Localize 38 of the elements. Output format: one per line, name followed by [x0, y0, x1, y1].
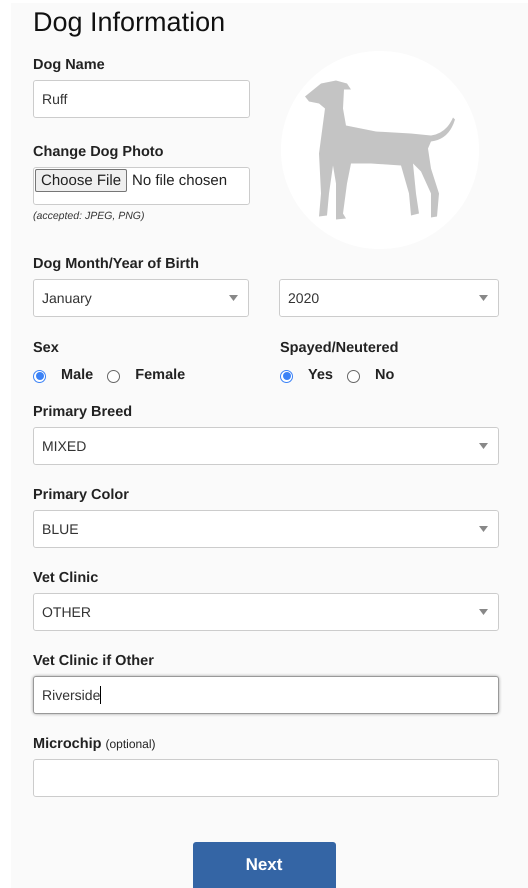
select-field[interactable]: January	[33, 279, 249, 317]
field-label: Primary Color	[33, 486, 129, 505]
radio-option[interactable]: Female	[107, 365, 186, 387]
field-label: Microchip	[33, 735, 102, 754]
dog-icon	[305, 80, 455, 220]
caret-icon	[479, 443, 488, 449]
field-label: Sex	[33, 339, 59, 358]
select-field[interactable]: 2020	[279, 279, 499, 317]
radio-option[interactable]: Yes	[280, 365, 333, 387]
caret-icon	[479, 609, 488, 615]
field-label: Vet Clinic if Other	[33, 652, 154, 671]
field-label: Primary Breed	[33, 403, 132, 422]
select-field[interactable]: OTHER	[33, 593, 499, 631]
field-label: Change Dog Photo	[33, 143, 164, 162]
radio-button[interactable]	[280, 370, 293, 382]
caret-icon	[479, 526, 488, 532]
select-field[interactable]: BLUE	[33, 510, 499, 548]
file-field[interactable]: Choose File No file chosen	[33, 167, 250, 205]
page-title: Dog Information	[33, 6, 226, 39]
input-field[interactable]	[33, 759, 499, 797]
optional-note: (optional)	[105, 736, 156, 753]
next-button[interactable]: Next	[192, 842, 336, 888]
caret-icon	[479, 295, 488, 301]
field-label: Dog Name	[33, 56, 105, 75]
select-field[interactable]: MIXED	[33, 427, 499, 465]
radio-button[interactable]	[107, 370, 120, 382]
input-field[interactable]: Riverside	[33, 676, 499, 714]
radio-button[interactable]	[347, 370, 360, 382]
file-type-hint: (accepted: JPEG, PNG)	[33, 209, 146, 223]
input-field[interactable]: Ruff	[33, 80, 250, 118]
caret-icon	[229, 295, 238, 301]
radio-button[interactable]	[33, 370, 46, 382]
field-label: Dog Month/Year of Birth	[33, 255, 199, 274]
field-label: Vet Clinic	[33, 569, 98, 588]
choose-file-button[interactable]: Choose File	[35, 169, 128, 192]
field-label: Spayed/Neutered	[280, 339, 398, 358]
radio-option[interactable]: No	[347, 365, 394, 387]
radio-option[interactable]: Male	[33, 365, 94, 387]
